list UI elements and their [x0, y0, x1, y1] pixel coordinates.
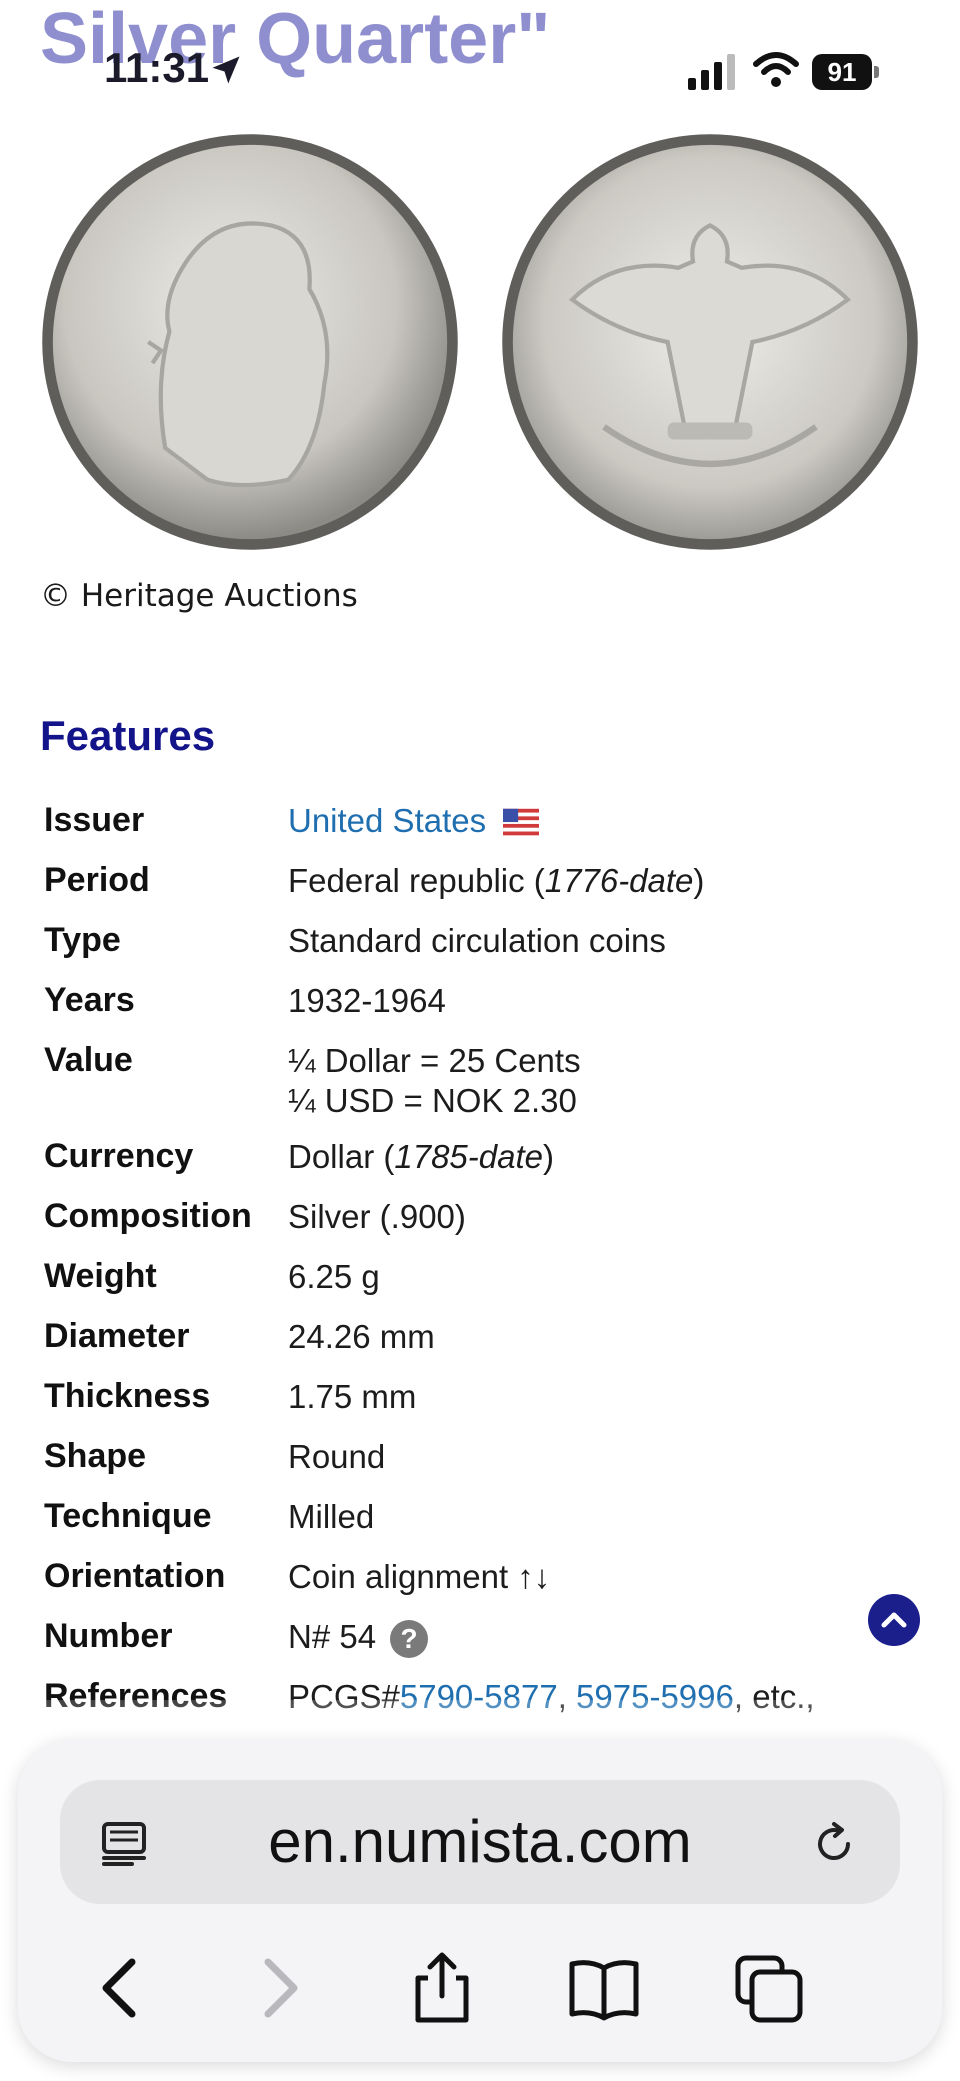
feature-label: Period	[44, 861, 150, 899]
feature-row-currency: Currency Dollar (1785-date)	[44, 1132, 924, 1181]
technique-link[interactable]: Milled	[288, 1492, 374, 1541]
back-icon[interactable]	[82, 1948, 162, 2028]
signal-icon	[688, 54, 735, 90]
feature-row-shape: Shape Round	[44, 1432, 924, 1481]
feature-label: Shape	[44, 1437, 147, 1475]
feature-row-period: Period Federal republic (1776-date)	[44, 856, 924, 905]
reader-icon[interactable]	[100, 1822, 148, 1866]
value-line-1: ¼ Dollar = 25 Cents	[288, 1042, 581, 1079]
type-link[interactable]: Standard circulation coins	[288, 916, 666, 965]
help-icon[interactable]: ?	[390, 1620, 429, 1659]
feature-label: Currency	[44, 1137, 194, 1175]
feature-row-diameter: Diameter 24.26 mm	[44, 1312, 924, 1361]
number-value: N# 54	[288, 1618, 377, 1655]
status-time: 11:31	[104, 44, 210, 91]
feature-label: Weight	[44, 1257, 157, 1295]
feature-value: Coin alignment ↑↓	[288, 1558, 551, 1595]
bookmarks-icon[interactable]	[564, 1948, 644, 2028]
reload-icon[interactable]	[808, 1818, 860, 1870]
feature-value: Round	[288, 1438, 386, 1475]
value-line-2: ¼ USD = NOK 2.30	[288, 1082, 577, 1119]
feature-value: United States	[288, 796, 540, 845]
feature-row-composition: Composition Silver (.900)	[44, 1192, 924, 1241]
image-credit: © Heritage Auctions	[40, 578, 358, 614]
address-bar[interactable]: en.numista.com	[60, 1780, 900, 1904]
feature-row-value: Value ¼ Dollar = 25 Cents ¼ USD = NOK 2.…	[44, 1036, 924, 1121]
period-link[interactable]: Federal republic (1776-date)	[288, 856, 704, 905]
features-heading: Features	[40, 712, 216, 759]
composition-link[interactable]: Silver (.900)	[288, 1192, 466, 1241]
feature-label: Number	[44, 1617, 173, 1655]
feature-row-type: Type Standard circulation coins	[44, 916, 924, 965]
feature-row-issuer: Issuer United States	[44, 796, 924, 845]
status-bar: 11:31 91	[0, 0, 960, 140]
feature-row-years: Years 1932-1964	[44, 976, 924, 1025]
feature-value: Dollar (1785-date)	[288, 1138, 554, 1175]
forward-icon[interactable]	[238, 1948, 318, 2028]
url-text: en.numista.com	[268, 1808, 692, 1875]
coin-obverse-image	[42, 134, 458, 550]
feature-value: 1.75 mm	[288, 1378, 417, 1415]
feature-value: N# 54?	[288, 1612, 429, 1661]
tabs-icon[interactable]	[730, 1948, 810, 2028]
wifi-icon	[753, 52, 799, 87]
features-table: Issuer United States Period Federal repu…	[44, 796, 924, 1732]
feature-label: Thickness	[44, 1377, 211, 1415]
location-arrow-icon	[212, 56, 240, 84]
battery-level: 91	[812, 54, 872, 90]
us-flag-icon	[503, 809, 540, 838]
issuer-link[interactable]: United States	[288, 802, 486, 839]
feature-label: Type	[44, 921, 121, 959]
scroll-to-top-button[interactable]	[868, 1594, 920, 1646]
feature-label: Years	[44, 981, 135, 1019]
feature-row-technique: Technique Milled	[44, 1492, 924, 1541]
feature-label: Technique	[44, 1497, 212, 1535]
feature-row-thickness: Thickness 1.75 mm	[44, 1372, 924, 1421]
feature-row-orientation: Orientation Coin alignment ↑↓	[44, 1552, 924, 1601]
feature-value: 1932-1964	[288, 982, 446, 1019]
feature-label: Diameter	[44, 1317, 190, 1355]
share-icon[interactable]	[402, 1948, 482, 2028]
feature-value: 24.26 mm	[288, 1318, 435, 1355]
feature-label: Composition	[44, 1197, 252, 1235]
feature-label: Issuer	[44, 801, 145, 839]
feature-value: 6.25 g	[288, 1258, 380, 1295]
feature-row-number: Number N# 54?	[44, 1612, 924, 1661]
browser-toolbar: en.numista.com	[18, 1740, 942, 2062]
chevron-up-icon	[881, 1612, 907, 1628]
battery-icon: 91	[812, 54, 882, 90]
coin-reverse-image	[502, 134, 918, 550]
feature-label: Orientation	[44, 1557, 226, 1595]
feature-value: ¼ Dollar = 25 Cents ¼ USD = NOK 2.30	[288, 1036, 581, 1121]
feature-row-weight: Weight 6.25 g	[44, 1252, 924, 1301]
feature-label: Value	[44, 1041, 133, 1079]
